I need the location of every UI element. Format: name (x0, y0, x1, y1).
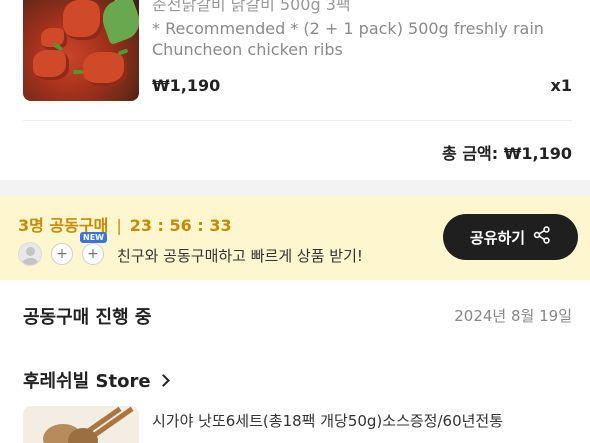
progress-section: 공동구매 진행 중 2024년 8월 19일 (0, 280, 590, 350)
countdown-timer: 23 : 56 : 33 (129, 216, 232, 235)
share-icon (533, 226, 551, 248)
group-buy-header: 3명 공동구매 | 23 : 56 : 33 (18, 212, 232, 236)
store-name[interactable]: 후레쉬빌 Store (23, 367, 170, 393)
product-thumbnail[interactable] (23, 0, 139, 101)
food-graphic (83, 52, 127, 86)
divider (23, 120, 572, 121)
progress-title: 공동구매 진행 중 (23, 307, 152, 328)
food-graphic (33, 50, 69, 80)
group-buy-banner: 3명 공동구매 | 23 : 56 : 33 + + NEW 친구와 공동구매하고 … (0, 196, 590, 280)
product-quantity: x1 (550, 76, 572, 95)
share-button[interactable]: 공유하기 (443, 214, 578, 260)
item-thumbnail[interactable] (23, 406, 139, 443)
garnish-graphic (97, 0, 139, 45)
new-badge: NEW (80, 232, 107, 243)
item-name[interactable]: 시가야 낫또6세트(총18팩 개당50g)소스증정/60년전통 (152, 410, 503, 431)
invite-text: 친구와 공동구매하고 빠르게 상품 받기! (117, 247, 363, 265)
share-button-label: 공유하기 (469, 228, 526, 247)
avatar (18, 242, 42, 266)
chevron-right-icon (156, 374, 170, 387)
product-price: ₩1,190 (152, 76, 221, 95)
add-participant-button[interactable]: + (82, 243, 104, 265)
product-title-top: 춘천닭갈비 닭갈비 500g 3팩 (152, 0, 351, 14)
product-name[interactable]: * Recommended * (2 + 1 pack) 500g freshl… (152, 18, 552, 60)
product-item[interactable]: 춘천닭갈비 닭갈비 500g 3팩 * Recommended * (2 + 1… (0, 0, 590, 120)
food-graphic (63, 0, 103, 40)
store-name-label: 후레쉬빌 Store (23, 371, 151, 392)
food-graphic (117, 48, 129, 56)
section-gap (0, 180, 590, 196)
total-amount: 총 금액: ₩1,190 (442, 144, 572, 163)
progress-date: 2024년 8월 19일 (454, 307, 572, 325)
store-link[interactable]: 후레쉬빌 Store (0, 350, 590, 410)
separator: | (116, 216, 122, 235)
food-graphic (73, 70, 83, 74)
add-participant-button[interactable]: + (51, 243, 73, 265)
